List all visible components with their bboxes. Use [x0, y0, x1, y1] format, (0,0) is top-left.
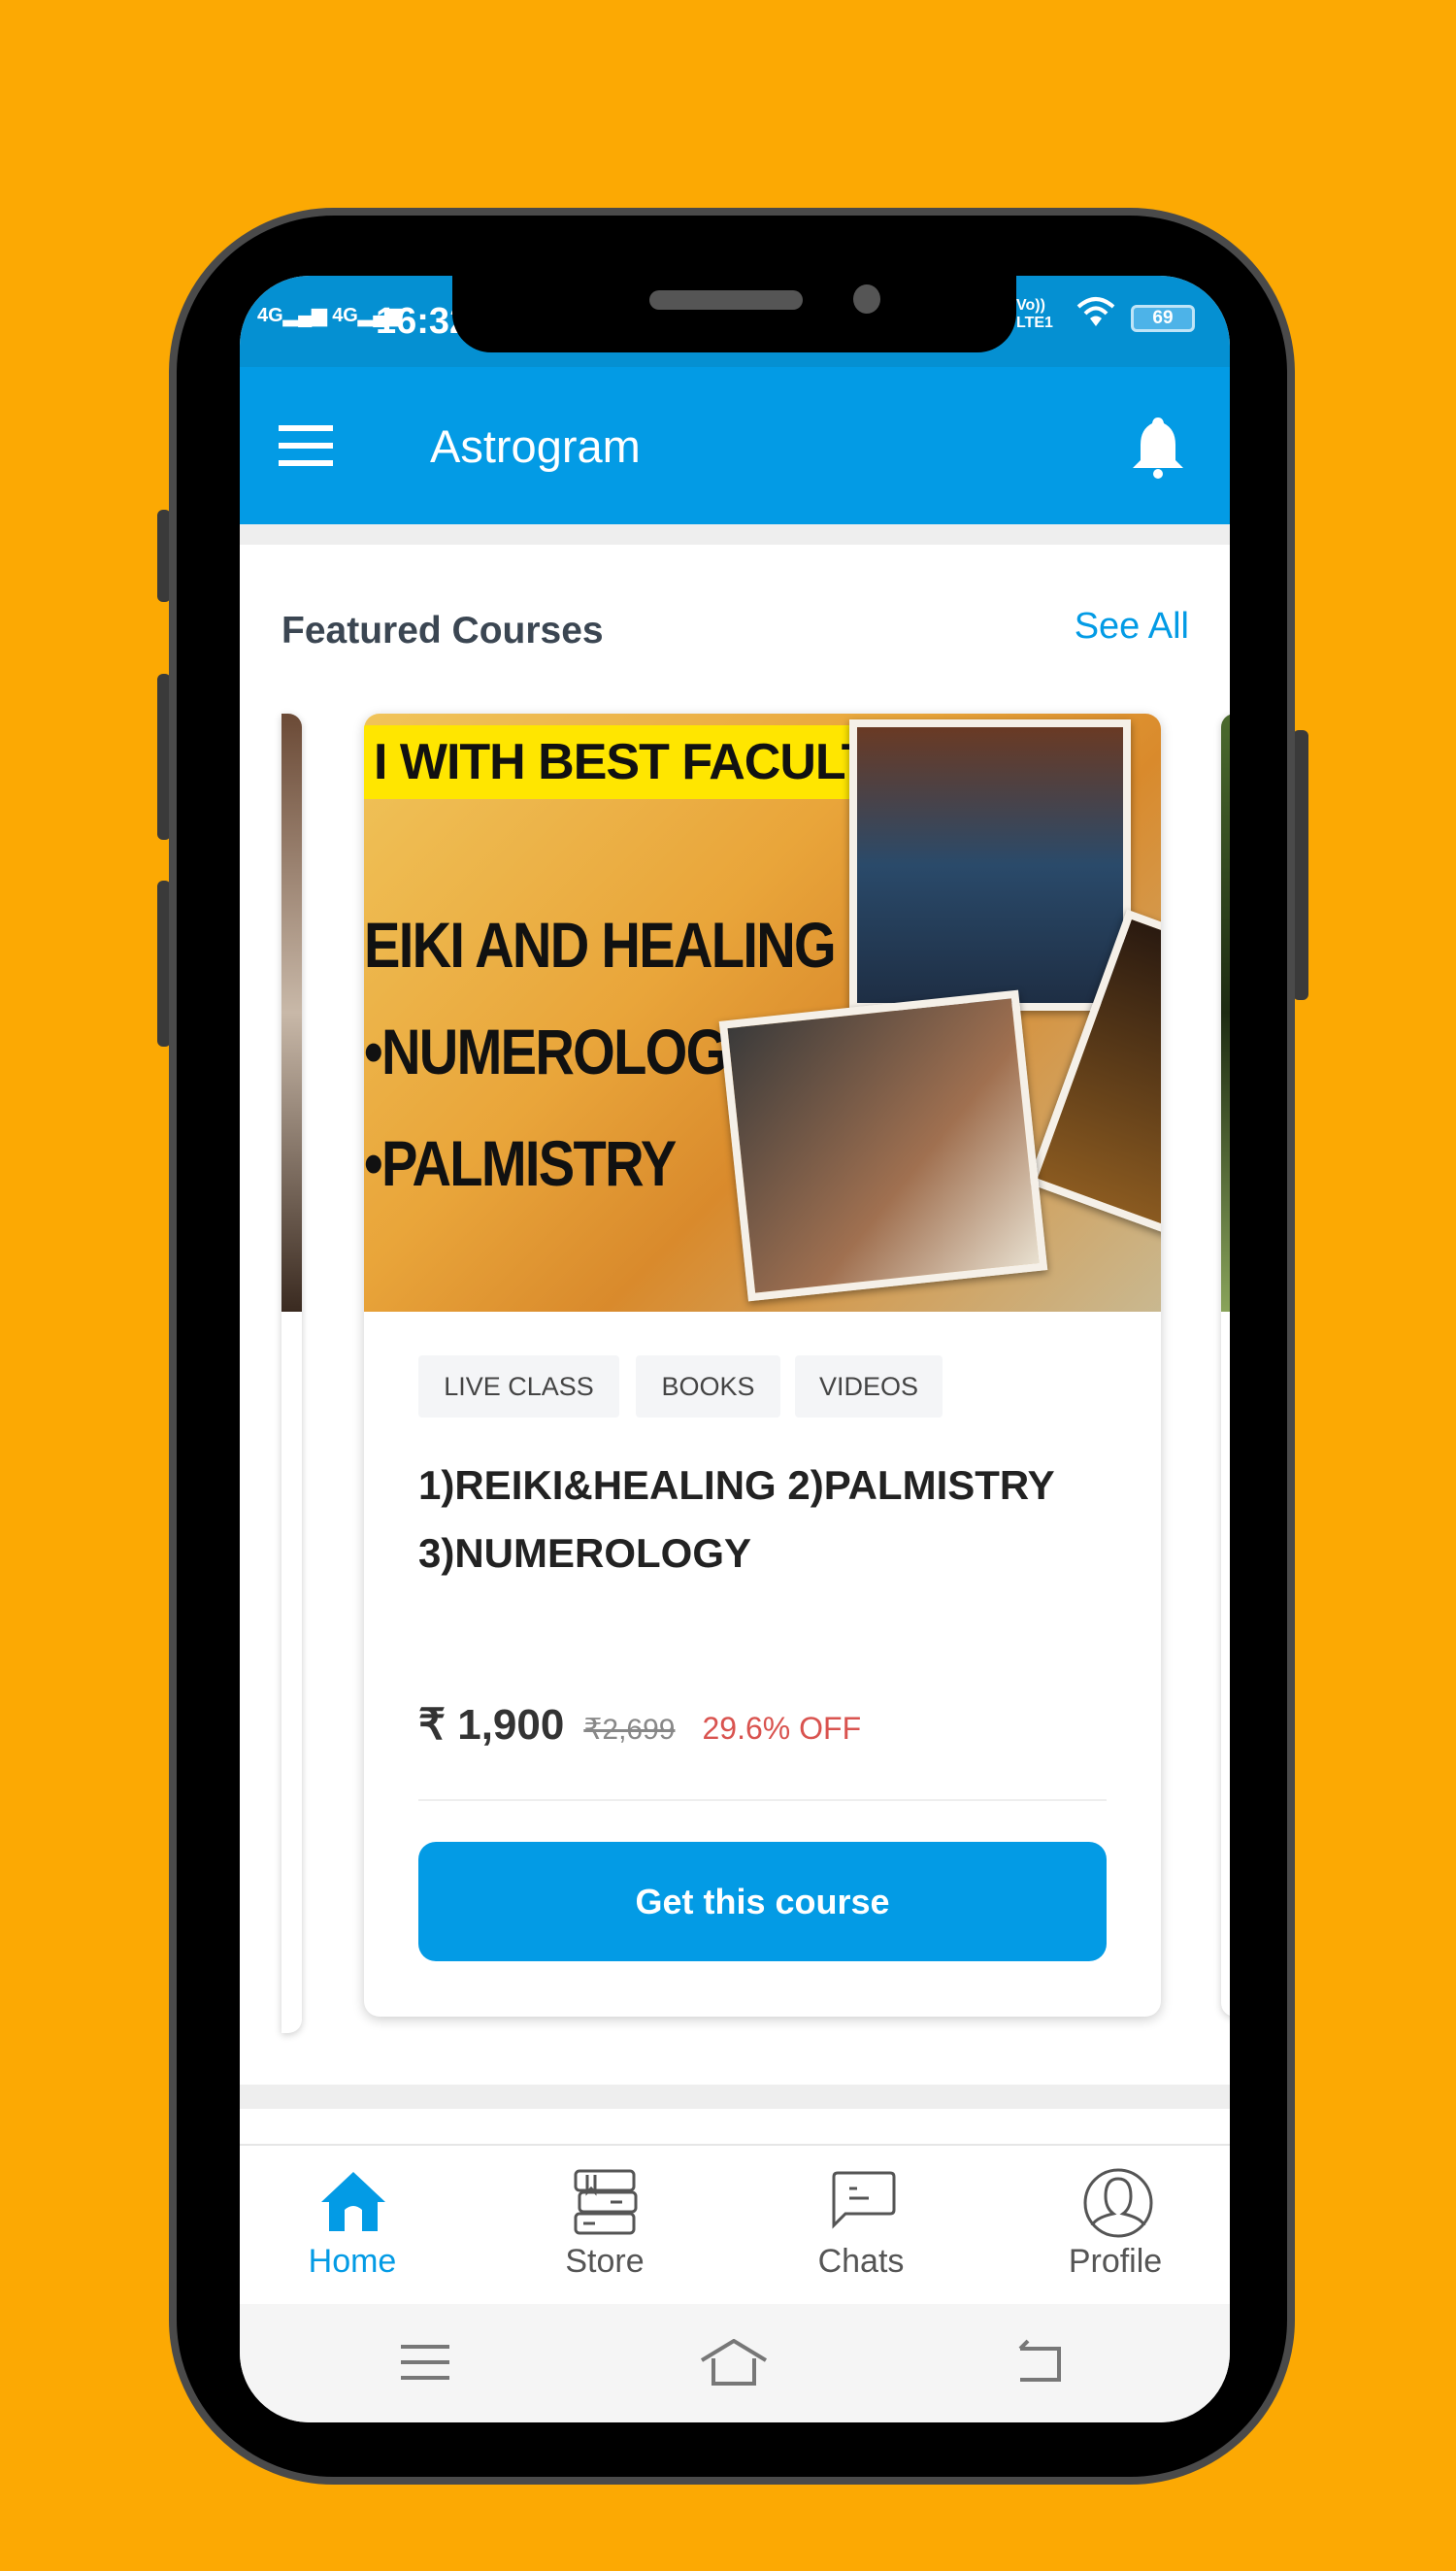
- nav-label: Home: [308, 2243, 397, 2280]
- signal-label: 4G: [257, 305, 283, 326]
- nav-store[interactable]: Store: [508, 2146, 702, 2306]
- divider: [418, 1799, 1107, 1801]
- status-bar: 4G▂▄▆ 4G▂▄▆ 16:32 Vo)) LTE1 69: [240, 276, 1230, 367]
- image-text-line: •PALMISTRY: [364, 1127, 677, 1199]
- next-course-card[interactable]: [1221, 714, 1230, 2017]
- system-nav-bar: [240, 2304, 1230, 2422]
- speaker: [649, 290, 803, 310]
- image-photo-palmist: [718, 989, 1048, 1302]
- section-title: Featured Courses: [281, 610, 604, 651]
- see-all-link[interactable]: See All: [1075, 606, 1189, 648]
- phone-power-button: [1293, 730, 1308, 1000]
- course-card[interactable]: I WITH BEST FACULTY EIKI AND HEALING •NU…: [364, 714, 1161, 2017]
- signal-label: 4G: [332, 305, 358, 326]
- section-separator: [240, 2085, 1230, 2109]
- image-text-line: EIKI AND HEALING: [364, 909, 837, 981]
- volte-label: Vo)): [1016, 297, 1045, 314]
- volte-indicator: Vo)) LTE1: [1016, 297, 1053, 332]
- price-row: ₹ 1,900 ₹2,699 29.6% OFF: [418, 1700, 861, 1750]
- bell-icon[interactable]: [1131, 416, 1185, 484]
- previous-course-card[interactable]: [281, 714, 302, 2033]
- profile-icon: [1083, 2168, 1153, 2238]
- chat-icon: [832, 2171, 896, 2229]
- get-course-button[interactable]: Get this course: [418, 1842, 1107, 1961]
- recent-apps-icon[interactable]: [401, 2345, 449, 2380]
- tag-live-class: LIVE CLASS: [418, 1355, 619, 1418]
- image-text-line: •NUMEROLOGY: [364, 1016, 763, 1087]
- back-icon[interactable]: [1016, 2339, 1065, 2384]
- battery-icon: 69: [1131, 305, 1195, 332]
- home-system-icon[interactable]: [700, 2339, 768, 2387]
- image-photo-sage: [849, 719, 1131, 1011]
- bottom-nav: Home Store Chats Profile: [240, 2144, 1230, 2304]
- tag-videos: VIDEOS: [795, 1355, 943, 1418]
- image-banner-text: I WITH BEST FACULTY: [364, 725, 918, 799]
- app-title: Astrogram: [430, 420, 641, 472]
- wifi-icon: [1076, 295, 1115, 335]
- nav-chats[interactable]: Chats: [764, 2146, 958, 2306]
- nav-home[interactable]: Home: [255, 2146, 449, 2306]
- course-title: 1)REIKI&HEALING 2)PALMISTRY 3)NUMEROLOGY: [418, 1462, 1054, 1576]
- phone-screen: 4G▂▄▆ 4G▂▄▆ 16:32 Vo)) LTE1 69 Astrogram …: [240, 276, 1230, 2422]
- nav-label: Chats: [817, 2243, 905, 2280]
- books-icon: [574, 2169, 638, 2235]
- hamburger-icon[interactable]: [279, 425, 333, 466]
- camera: [853, 284, 880, 314]
- nav-profile[interactable]: Profile: [1018, 2146, 1212, 2306]
- course-image: I WITH BEST FACULTY EIKI AND HEALING •NU…: [364, 714, 1161, 1312]
- nav-label: Profile: [1068, 2243, 1163, 2280]
- network-label: LTE1: [1016, 315, 1053, 331]
- price: ₹ 1,900: [418, 1701, 565, 1749]
- nav-label: Store: [565, 2243, 645, 2280]
- home-icon: [321, 2172, 385, 2231]
- app-bar: Astrogram: [240, 367, 1230, 524]
- camera-notch: [452, 276, 1016, 352]
- section-separator: [240, 524, 1230, 545]
- original-price: ₹2,699: [583, 1714, 676, 1746]
- tag-books: BOOKS: [636, 1355, 780, 1418]
- discount-label: 29.6% OFF: [702, 1711, 862, 1746]
